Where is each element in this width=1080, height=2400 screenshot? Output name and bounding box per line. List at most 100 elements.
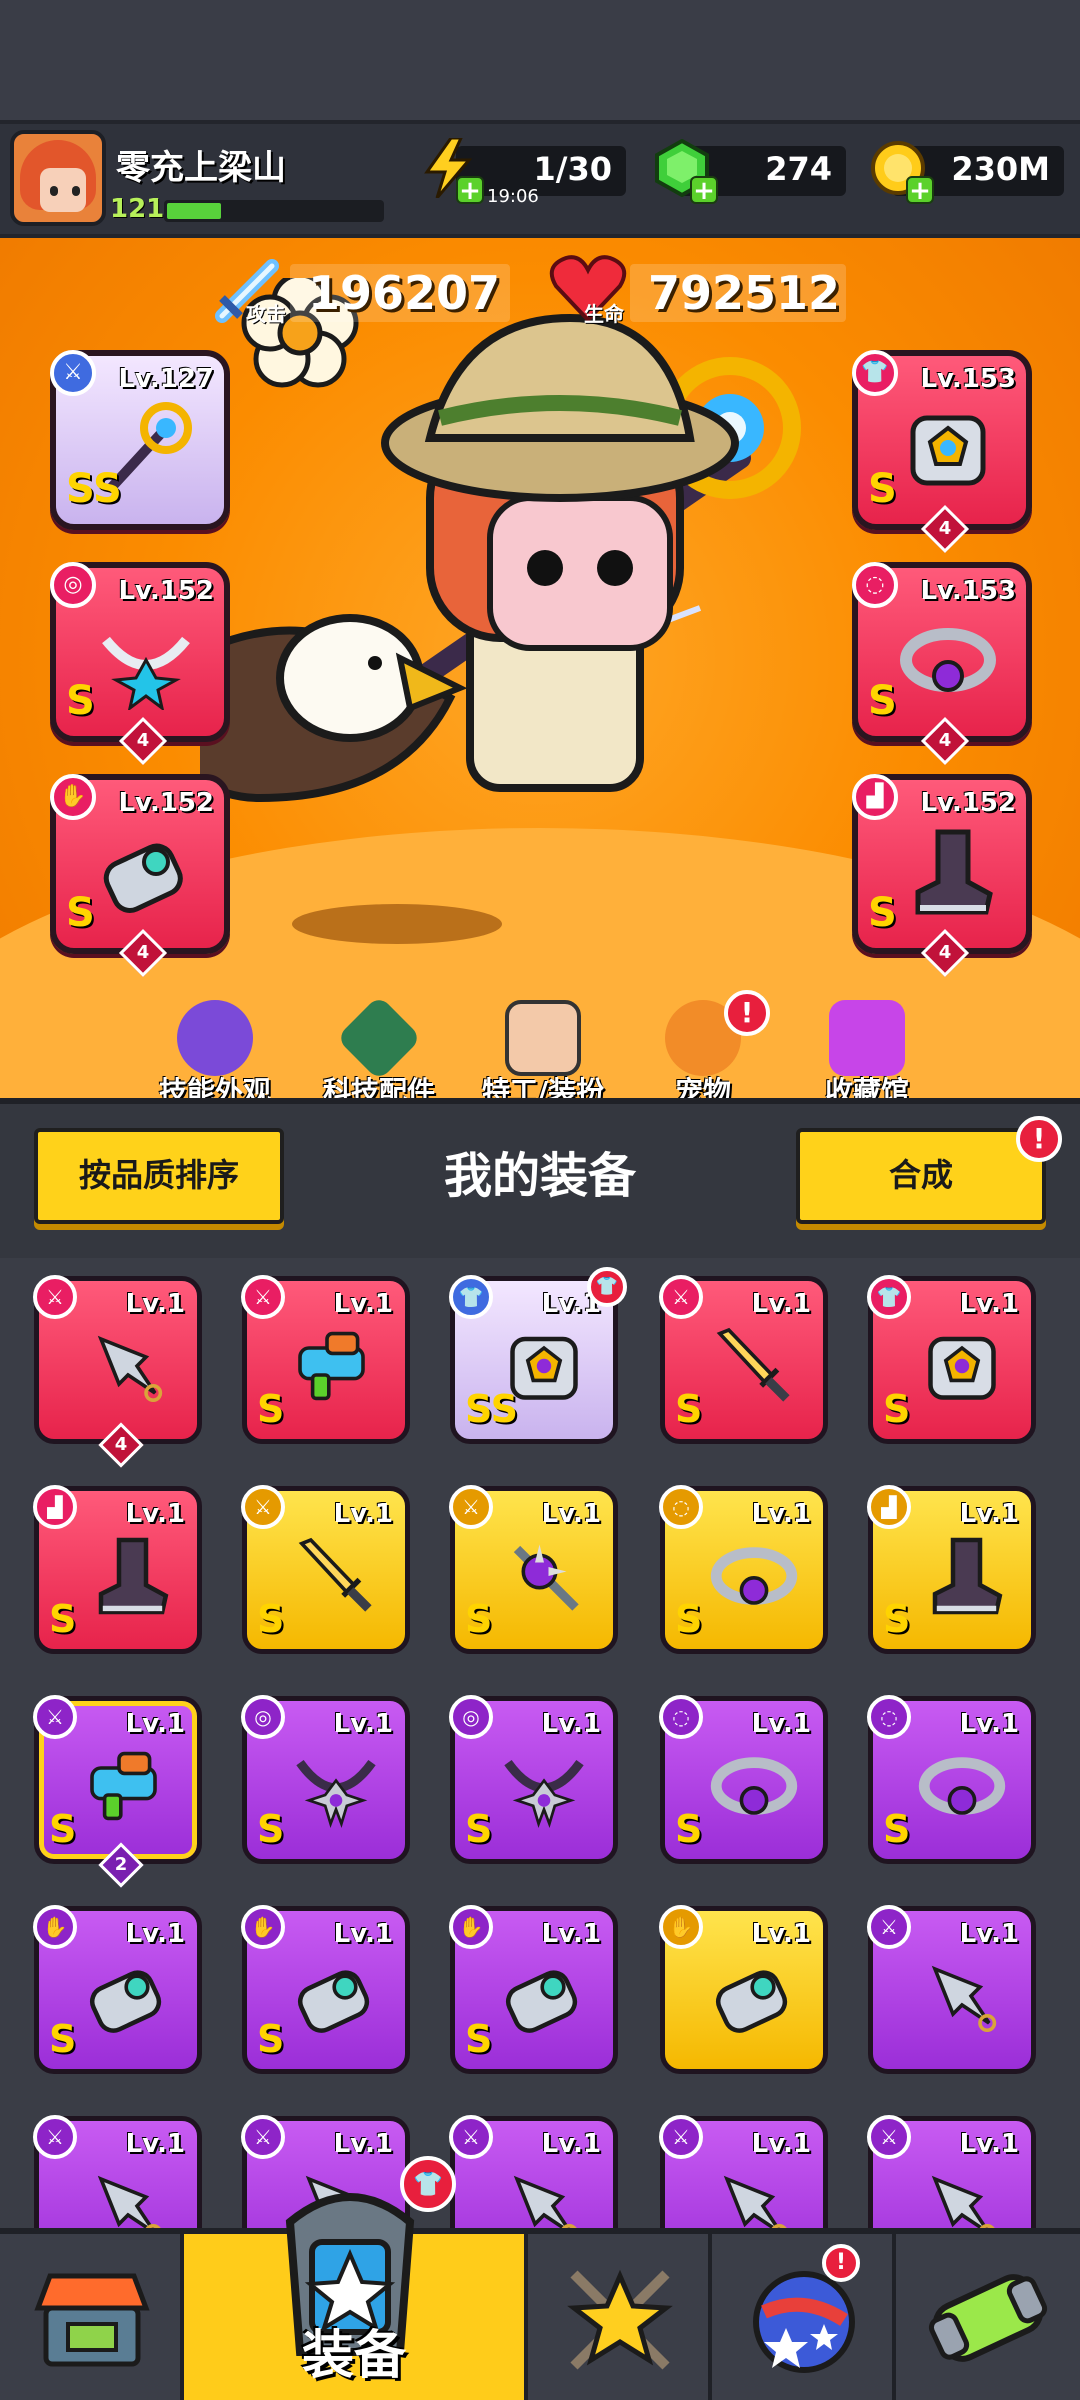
equipped-armor-slot[interactable]: 👕 Lv.153 S 4 — [852, 350, 1032, 554]
menu-agent[interactable]: 特工/装扮 — [473, 1000, 613, 1110]
inventory-item[interactable]: ◎ Lv.1 S — [241, 1695, 410, 1864]
katana-icon — [298, 1537, 372, 1612]
item-level: Lv.1 — [125, 1499, 185, 1529]
merge-button[interactable]: 合成 — [796, 1128, 1046, 1224]
equipped-weapon-slot[interactable]: ⚔ Lv.127 SS — [50, 350, 230, 530]
nav-tab-equipment[interactable]: 装备 — [184, 2193, 528, 2400]
inventory-item[interactable]: ◌ Lv.1 S — [867, 1695, 1036, 1864]
weapon-type-icon: ⚔ — [50, 350, 96, 396]
inventory-item[interactable]: 👕 Lv.1 SS 👕 — [449, 1267, 627, 1444]
menu-collection[interactable]: 收藏馆 — [797, 1000, 937, 1110]
inventory-item[interactable]: ⚔ Lv.1 S — [241, 1485, 410, 1654]
inventory-item[interactable]: ⚔ Lv.1 S 2 — [33, 1695, 202, 1888]
inventory-item[interactable]: ✋ Lv.1 — [659, 1905, 828, 2074]
item-grade: S — [465, 2017, 493, 2061]
hero-character-icon[interactable] — [200, 278, 840, 918]
inventory-item[interactable]: ✋ Lv.1 S — [449, 1905, 618, 2074]
green-gem-icon[interactable]: + — [650, 136, 718, 204]
star-swords-icon — [567, 2269, 673, 2370]
gloves-type-icon: ✋ — [50, 774, 96, 820]
add-gem-icon[interactable]: + — [690, 176, 718, 204]
gold-coin-icon[interactable]: + — [866, 136, 934, 204]
menu-tech-parts[interactable]: 科技配件 — [309, 995, 449, 1110]
inventory-item[interactable]: ◌ Lv.1 S — [659, 1485, 828, 1654]
item-level: Lv.1 — [959, 2129, 1019, 2159]
equipped-boots-slot[interactable]: ▟ Lv.152 S 4 — [852, 774, 1032, 978]
item-grade: S — [883, 1387, 911, 1431]
inventory-item[interactable]: ✋ Lv.1 S — [241, 1905, 410, 2074]
player-avatar[interactable] — [10, 130, 106, 226]
armor-type-icon: 👕 — [852, 350, 898, 396]
gauntlet-icon — [715, 1970, 788, 2033]
gauntlet-icon — [103, 843, 183, 913]
player-name: 零充上梁山 — [116, 148, 286, 188]
item-level: Lv.1 — [541, 1499, 601, 1529]
kunai-icon — [97, 1335, 163, 1402]
equipped-grade: S — [66, 678, 95, 724]
inventory-item[interactable]: ⚔ Lv.1 — [867, 2115, 1036, 2228]
inventory-item[interactable]: ⚔ Lv.1 S — [659, 1275, 828, 1444]
inventory-item[interactable]: ✋ Lv.1 S — [33, 1905, 202, 2074]
inventory-item[interactable]: 👕 Lv.1 S — [867, 1275, 1036, 1444]
nav-label: 装备 — [301, 2326, 406, 2386]
belt-icon — [710, 1757, 798, 1815]
inventory-item[interactable]: ⚔ Lv.1 S — [449, 1485, 618, 1654]
boot-icon — [932, 1537, 1003, 1615]
item-level: Lv.1 — [959, 1919, 1019, 1949]
equipment-armor-badge-icon: 👕 — [400, 2156, 456, 2212]
avatar-eye — [50, 186, 58, 196]
gem-value: 274 — [765, 150, 832, 188]
item-merge-count: 2 — [98, 1842, 144, 1888]
sort-by-quality-button[interactable]: 按品质排序 — [34, 1128, 284, 1224]
item-level: Lv.1 — [333, 2129, 393, 2159]
tech-part-icon — [336, 995, 422, 1081]
menu-skill-skin[interactable]: 技能外观 — [145, 1000, 285, 1110]
nav-tab-world[interactable] — [712, 2234, 896, 2400]
lightning-icon[interactable]: + — [416, 136, 484, 204]
item-grade: S — [465, 1807, 493, 1851]
item-grade: S — [257, 1807, 285, 1851]
item-level: Lv.1 — [125, 1919, 185, 1949]
inventory-item[interactable]: ⚔ Lv.1 S — [241, 1275, 410, 1444]
nav-tab-lab[interactable] — [896, 2234, 1080, 2400]
item-level: Lv.1 — [541, 1709, 601, 1739]
equipped-grade: S — [868, 890, 897, 936]
weapon-type-icon: ⚔ — [241, 1485, 285, 1529]
inventory-item[interactable]: ▟ Lv.1 S — [33, 1485, 202, 1654]
weapon-type-icon: ⚔ — [33, 2115, 77, 2159]
add-coin-icon[interactable]: + — [906, 176, 934, 204]
item-level: Lv.1 — [333, 1919, 393, 1949]
inventory-item[interactable]: ⚔ Lv.1 — [33, 2115, 202, 2228]
item-grade: S — [883, 1807, 911, 1851]
agent-icon — [505, 1000, 581, 1076]
pet-notification-badge: ! — [724, 990, 770, 1036]
item-level: Lv.1 — [959, 1709, 1019, 1739]
inventory-item[interactable]: ⚔ Lv.1 4 — [33, 1275, 202, 1468]
inventory-item[interactable]: ◌ Lv.1 S — [659, 1695, 828, 1864]
inventory-item[interactable]: ⚔ Lv.1 — [659, 2115, 828, 2228]
inventory-item[interactable]: ⚔ Lv.1 — [867, 1905, 1036, 2074]
boot-icon — [98, 1537, 169, 1615]
skill-skin-icon — [177, 1000, 253, 1076]
item-level: Lv.1 — [125, 1289, 185, 1319]
item-grade: S — [257, 1597, 285, 1641]
inventory-item[interactable]: ◎ Lv.1 S — [449, 1695, 618, 1864]
inventory-item[interactable]: ⚔ Lv.1 — [449, 2115, 618, 2228]
gloves-type-icon: ✋ — [33, 1905, 77, 1949]
add-energy-icon[interactable]: + — [456, 176, 484, 204]
inventory-item[interactable]: ▟ Lv.1 S — [867, 1485, 1036, 1654]
equipped-gloves-slot[interactable]: ✋ Lv.152 S 4 — [50, 774, 230, 978]
item-level: Lv.1 — [333, 1499, 393, 1529]
equipped-belt-slot[interactable]: ◌ Lv.153 S 4 — [852, 562, 1032, 766]
item-merge-count: 4 — [98, 1422, 144, 1468]
nav-tab-talent[interactable] — [528, 2234, 712, 2400]
equipped-necklace-slot[interactable]: ◎ Lv.152 S 4 — [50, 562, 230, 766]
necklace-type-icon: ◎ — [241, 1695, 285, 1739]
item-grade: S — [49, 2017, 77, 2061]
kunai-icon — [513, 2175, 577, 2228]
hp-label: 生命 — [584, 302, 624, 326]
nav-tab-shop[interactable] — [0, 2234, 184, 2400]
weapon-type-icon: ⚔ — [449, 2115, 493, 2159]
xp-bar — [164, 200, 384, 222]
kunai-icon — [723, 2175, 787, 2228]
